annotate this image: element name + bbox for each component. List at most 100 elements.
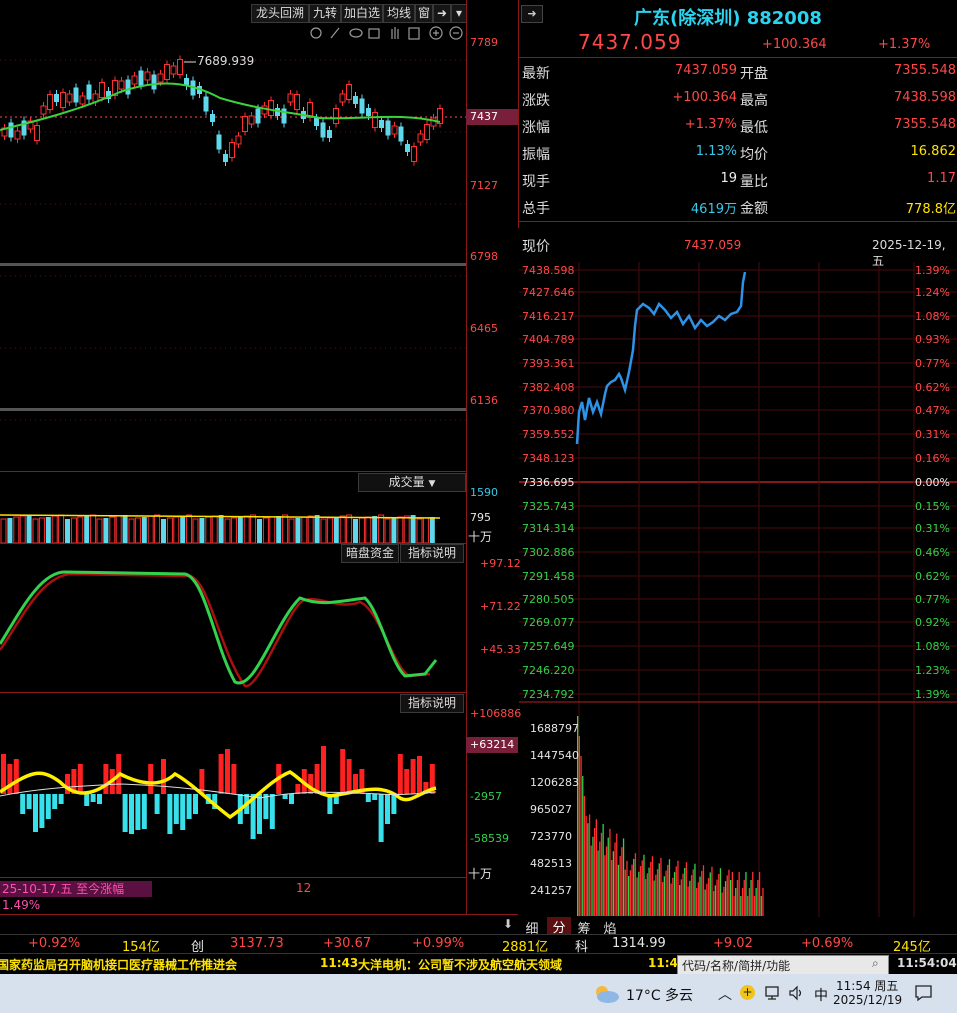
dropdown-icon[interactable]: ▾ [451, 4, 467, 23]
intraday-volume-bar [646, 873, 648, 916]
quote-value: +1.37% [684, 117, 737, 132]
candle [210, 114, 215, 122]
quote-label: 总手 [522, 201, 550, 217]
intraday-volume-bar [697, 882, 699, 916]
next-arrow-icon[interactable]: ➜ [433, 4, 451, 23]
notification-icon[interactable] [914, 984, 934, 1002]
macd-bar [263, 794, 269, 819]
intraday-volume-bar [629, 870, 631, 916]
intraday-volume-bar [743, 880, 745, 916]
quote-value: 7355.548 [893, 63, 956, 78]
volume-bar [391, 518, 397, 543]
volume-bar [326, 517, 333, 543]
intraday-volume-bar [655, 874, 657, 916]
nine-turn-button[interactable]: 九转 [309, 4, 341, 23]
macd-bar [321, 746, 326, 794]
network-icon[interactable] [764, 985, 782, 1001]
intraday-volume-bar [597, 850, 599, 916]
hidden-funds-button[interactable]: 暗盘资金 [341, 544, 399, 563]
back-arrow-icon[interactable]: ➜ [521, 5, 543, 23]
macd-bar [218, 754, 224, 794]
intraday-volume-bar [741, 888, 744, 916]
intraday-volume-bar [650, 861, 652, 916]
candle [177, 59, 183, 75]
dragon-backtrack-button[interactable]: 龙头回溯 [251, 4, 309, 23]
intraday-volume-bar [638, 871, 640, 916]
taskbar-date[interactable]: 2025/12/19 [833, 993, 902, 1007]
volume-icon[interactable] [788, 985, 806, 1001]
app-tray-icon[interactable]: + [740, 985, 755, 1000]
intraday-volume-bar [622, 838, 625, 916]
intraday-volume-bar [740, 896, 742, 916]
volume-bar [109, 516, 116, 543]
intraday-volume-label: 1688797 [530, 722, 579, 735]
intraday-pct-label: 0.16% [915, 452, 950, 465]
candle [60, 92, 66, 108]
weather-text[interactable]: 17°C 多云 [626, 985, 693, 1005]
volume-bar [58, 514, 65, 543]
candle [40, 105, 47, 115]
divider [0, 914, 518, 915]
intraday-volume-bar [679, 885, 681, 916]
kdj-lines [0, 570, 438, 688]
intraday-volume-bar [696, 888, 698, 916]
add-white-button[interactable]: 加白选 [341, 4, 383, 23]
panel-splitter[interactable] [0, 263, 466, 266]
candle [424, 124, 430, 140]
panel-splitter[interactable] [0, 408, 466, 411]
candle [320, 122, 326, 138]
index-change-pct: +0.99% [412, 936, 465, 951]
intraday-volume-bar [701, 870, 703, 916]
search-box[interactable]: 代码/名称/简拼/功能 ⌕ [677, 955, 889, 975]
intraday-pct-label: 0.62% [915, 381, 950, 394]
intraday-chart[interactable] [519, 262, 957, 917]
indicator-explain-button[interactable]: 指标说明 [400, 544, 464, 563]
intraday-volume-bar [757, 880, 759, 916]
volume-bar [161, 519, 166, 543]
basket-icon [368, 28, 380, 39]
volume-bar [96, 518, 103, 543]
intraday-volume-bar [750, 880, 752, 916]
weather-cloud-icon[interactable] [592, 982, 622, 1004]
indicator-explain-button[interactable]: 指标说明 [400, 694, 464, 713]
intraday-volume-bar [639, 866, 642, 916]
quote-label: 金额 [740, 201, 768, 217]
intraday-volume-bar [673, 872, 676, 916]
volume-bar [7, 518, 13, 543]
macd-bar [257, 794, 262, 834]
intraday-volume-bar [724, 881, 727, 916]
volume-bar [26, 515, 32, 543]
candle [14, 130, 21, 140]
volume-indicator-select[interactable]: 成交量 ▼ [358, 473, 466, 492]
macd-axis-label: -2957 [470, 790, 502, 803]
intraday-volume-bar [594, 828, 596, 916]
index-change: +9.02 [713, 936, 753, 951]
intraday-volume-bar [758, 872, 761, 916]
search-icon[interactable]: ⌕ [872, 956, 879, 971]
volume-bar [276, 516, 282, 543]
download-icon[interactable]: ⬇ [503, 917, 513, 931]
chevron-up-icon[interactable]: ︿ [718, 984, 732, 1004]
macd-bar [13, 759, 19, 794]
intraday-price-label: 7393.361 [522, 357, 575, 370]
intraday-volume-bar [738, 872, 740, 916]
macd-axis-label: +63214 [470, 738, 515, 751]
quote-value: 778.8亿 [905, 202, 956, 217]
volume-bar [173, 516, 180, 543]
news-item[interactable]: 大洋电机：公司暂不涉及航空航天领域 [358, 956, 562, 973]
candle [366, 108, 371, 116]
index-change-pct: +0.69% [801, 936, 854, 951]
ime-indicator[interactable]: 中 [814, 985, 828, 1005]
taskbar-time[interactable]: 11:54 周五 [836, 977, 898, 994]
moving-average-button[interactable]: 均线 [383, 4, 415, 23]
intraday-volume-bar [702, 865, 705, 916]
volume-bar [365, 516, 372, 543]
candlestick-chart[interactable] [0, 40, 467, 470]
intraday-volume-bar [721, 892, 723, 916]
intraday-volume-bar [619, 856, 621, 916]
news-item[interactable]: 国家药监局召开脑机接口医疗器械工作推进会 [0, 956, 237, 973]
volume-bar [70, 517, 77, 543]
window-button[interactable]: 窗 [415, 4, 433, 23]
macd-bar [20, 794, 26, 814]
tab-timeshare[interactable]: 分 [547, 917, 571, 936]
